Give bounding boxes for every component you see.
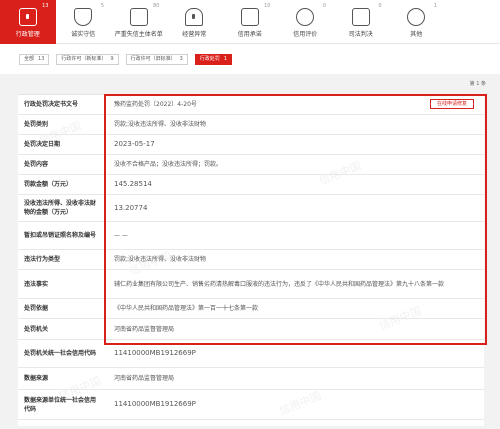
filter-label: 全部 — [24, 55, 35, 62]
table-row: 违法行为类型 罚款;没收违法所得、没收非法财物 — [18, 250, 484, 270]
field-value: 河南省药品监督管理局 — [114, 375, 175, 382]
field-value: 145.28514 — [114, 180, 152, 188]
field-value: 辅仁药业集团有限公司生产、销售劣药清热解毒口服液的违法行为，违反了《中华人民共和… — [114, 280, 445, 288]
table-row: 罚款金额（万元） 145.28514 — [18, 175, 484, 195]
tab-count: 80 — [153, 3, 160, 9]
filter-count: 9 — [110, 55, 114, 62]
tab-label: 严重失信主体名单 — [114, 31, 163, 38]
field-label: 处罚机关统一社会信用代码 — [24, 350, 97, 357]
field-value: — — — [114, 232, 128, 239]
tab-label: 信用承诺 — [237, 31, 262, 38]
table-row: 行政处罚决定书文号 豫药监药处罚〔2022〕4-20号 在线申请修复 — [18, 95, 484, 115]
field-value: 罚款;没收违法所得、没收非法财物 — [114, 256, 207, 263]
tab-honesty[interactable]: 诚实守信 5 — [56, 0, 112, 44]
table-row: 处罚内容 没收不合格产品；没收违法所得；罚款。 — [18, 155, 484, 175]
table-row: 处罚依据 《中华人民共和国药品管理法》第一百一十七条第一款 — [18, 299, 484, 319]
car-icon — [129, 8, 148, 26]
table-row: 处罚机关 河南省药品监督管理局 — [18, 319, 484, 340]
promise-icon — [240, 8, 259, 26]
field-value: 11410000MB1912669P — [114, 400, 196, 408]
field-value: 11410000MB1912669P — [114, 349, 196, 357]
field-label: 暂扣或吊销证照名称及编号 — [24, 232, 97, 239]
tab-business-abnormal[interactable]: 经营异常 — [167, 0, 223, 44]
tab-dishonest-list[interactable]: 严重失信主体名单 80 — [111, 0, 167, 44]
tab-other[interactable]: 其他 1 — [389, 0, 445, 44]
field-label: 罚款金额（万元） — [24, 181, 73, 188]
filter-count: 13 — [38, 55, 45, 62]
table-row: 数据来源 河南省药品监督管理局 — [18, 368, 484, 390]
record-index: 第 1 条 — [469, 81, 486, 87]
field-value: 豫药监药处罚〔2022〕4-20号 — [114, 101, 197, 108]
field-value: 没收不合格产品；没收违法所得；罚款。 — [114, 161, 223, 168]
alarm-icon — [185, 8, 204, 26]
tab-label: 诚实守信 — [71, 31, 96, 38]
tab-label: 其他 — [410, 31, 423, 38]
tab-count: 0 — [322, 3, 326, 9]
field-value: 河南省药品监督管理局 — [114, 325, 175, 333]
tab-count: 10 — [264, 3, 271, 9]
tab-count: 13 — [42, 3, 49, 9]
table-row: 暂扣或吊销证照名称及编号 — — — [18, 222, 484, 250]
field-value: 13.20774 — [114, 203, 148, 212]
table-row: 数据来源单位统一社会信用代码 11410000MB1912669P — [18, 390, 484, 420]
table-row: 处罚类别 罚款;没收违法所得、没收非法财物 — [18, 115, 484, 135]
field-label: 处罚内容 — [24, 161, 49, 168]
field-value: 2023-05-17 — [114, 140, 155, 148]
field-label: 处罚机关 — [24, 325, 49, 333]
filter-count: 1 — [223, 55, 227, 62]
table-row: 违法事实 辅仁药业集团有限公司生产、销售劣药清热解毒口服液的违法行为，违反了《中… — [18, 270, 484, 299]
filter-chip-bar: 全部 13 行政许可（新标准） 9 行政许可（旧标准） 3 行政处罚 1 — [0, 44, 500, 74]
table-row: 没收违法所得、没收非法财物的金额（万元） 13.20774 — [18, 195, 484, 222]
tab-label: 信用评价 — [293, 31, 318, 38]
category-tab-bar: 行政管理 13 诚实守信 5 严重失信主体名单 80 经营异常 信用承诺 10 … — [0, 0, 500, 44]
field-label: 违法行为类型 — [24, 256, 61, 263]
tab-credit-promise[interactable]: 信用承诺 10 — [222, 0, 278, 44]
tab-count: 5 — [100, 3, 104, 9]
field-label: 数据来源 — [24, 375, 49, 382]
other-icon — [407, 8, 426, 26]
tab-administrative[interactable]: 行政管理 13 — [0, 0, 56, 44]
filter-label: 行政处罚 — [199, 55, 220, 62]
field-label: 处罚依据 — [24, 305, 49, 312]
tab-count: 0 — [378, 3, 382, 9]
tab-label: 经营异常 — [182, 31, 207, 38]
judgement-icon — [351, 8, 370, 26]
filter-license-old[interactable]: 行政许可（旧标准） 3 — [125, 53, 188, 65]
table-row: 处罚决定日期 2023-05-17 — [18, 135, 484, 155]
tab-label: 行政管理 — [15, 31, 40, 38]
field-label: 没收违法所得、没收非法财物的金额（万元） — [24, 200, 97, 216]
tab-judgement[interactable]: 司法判决 0 — [333, 0, 389, 44]
field-label: 违法事实 — [24, 280, 49, 288]
field-label: 处罚类别 — [24, 121, 49, 128]
pager: 第 1 条 — [0, 78, 500, 90]
filter-all[interactable]: 全部 13 — [19, 53, 50, 65]
field-value: 《中华人民共和国药品管理法》第一百一十七条第一款 — [114, 305, 259, 312]
penalty-detail-table: 信用中国 信用中国 信用中国 信用中国 信用中国 信用中国 行政处罚决定书文号 … — [18, 94, 484, 426]
filter-label: 行政许可（新标准） — [61, 55, 107, 62]
tab-count: 1 — [433, 3, 437, 9]
tab-label: 司法判决 — [348, 31, 373, 38]
field-label: 处罚决定日期 — [24, 141, 61, 148]
filter-penalty[interactable]: 行政处罚 1 — [194, 53, 232, 65]
tab-credit-rating[interactable]: 信用评价 0 — [278, 0, 334, 44]
field-value: 罚款;没收违法所得、没收非法财物 — [114, 121, 207, 128]
filter-license-new[interactable]: 行政许可（新标准） 9 — [56, 53, 119, 65]
table-row: 处罚机关统一社会信用代码 11410000MB1912669P — [18, 340, 484, 368]
filter-label: 行政许可（旧标准） — [130, 55, 176, 62]
shield-icon — [74, 8, 93, 26]
apply-repair-button[interactable]: 在线申请修复 — [429, 99, 474, 109]
field-label: 行政处罚决定书文号 — [24, 101, 79, 108]
rating-icon — [296, 8, 315, 26]
filter-count: 3 — [179, 55, 183, 62]
field-label: 数据来源单位统一社会信用代码 — [24, 396, 97, 413]
document-icon — [18, 8, 37, 26]
